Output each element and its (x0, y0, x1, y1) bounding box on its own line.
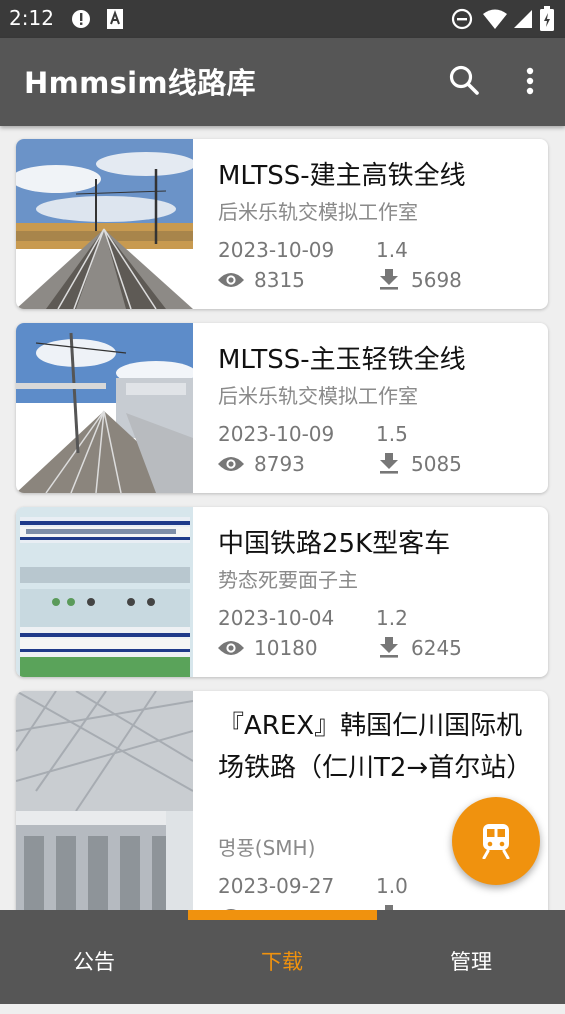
eye-icon (218, 273, 244, 287)
nav-downloads[interactable]: 下载 (188, 910, 376, 1004)
route-title: MLTSS-建主高铁全线 (218, 161, 466, 191)
route-author: 势态死要面子主 (218, 568, 358, 592)
battery-icon (540, 6, 554, 36)
app-title: Hmmsim线路库 (24, 66, 256, 100)
eye-icon (218, 641, 244, 655)
view-count: 8315 (254, 268, 305, 292)
font-icon (106, 8, 124, 34)
route-title: 『AREX』韩国仁川国际机场铁路（仁川T2→首尔站） (218, 711, 533, 783)
view-count: 10180 (254, 636, 318, 660)
route-date: 2023-09-27 (218, 874, 335, 898)
train-icon (482, 824, 510, 859)
route-version: 1.2 (376, 606, 408, 630)
more-options-button[interactable] (513, 62, 547, 100)
search-button[interactable] (446, 62, 484, 100)
route-list[interactable]: MLTSS-建主高铁全线 后米乐轨交模拟工作室 2023-10-09 1.4 8… (0, 126, 565, 910)
nav-management[interactable]: 管理 (377, 910, 565, 1004)
route-title: MLTSS-主玉轻铁全线 (218, 345, 466, 375)
route-title: 中国铁路25K型客车 (218, 529, 451, 559)
download-icon (380, 637, 398, 658)
route-version: 1.0 (376, 874, 408, 898)
app-bar: Hmmsim线路库 (0, 38, 565, 126)
route-version: 1.5 (376, 422, 408, 446)
route-thumbnail (16, 139, 193, 309)
dnd-icon (451, 8, 473, 34)
bottom-navigation: 公告 下载 管理 (0, 910, 565, 1004)
route-card[interactable]: MLTSS-建主高铁全线 后米乐轨交模拟工作室 2023-10-09 1.4 8… (16, 139, 548, 309)
eye-icon (218, 457, 244, 471)
wifi-icon (482, 8, 508, 34)
active-tab-indicator (188, 910, 377, 920)
route-card[interactable]: MLTSS-主玉轻铁全线 后米乐轨交模拟工作室 2023-10-09 1.5 8… (16, 323, 548, 493)
route-card[interactable]: 『AREX』韩国仁川国际机场铁路（仁川T2→首尔站） 명풍(SMH) 2023-… (16, 691, 548, 910)
route-date: 2023-10-09 (218, 422, 335, 446)
download-icon (380, 269, 398, 290)
download-count: 6245 (411, 636, 462, 660)
status-bar: 2:12 (0, 0, 565, 38)
download-count: 5698 (411, 268, 462, 292)
train-fab-button[interactable] (452, 797, 540, 885)
route-thumbnail (16, 507, 193, 677)
route-date: 2023-10-04 (218, 606, 335, 630)
nav-announcements[interactable]: 公告 (0, 910, 188, 1004)
signal-icon (512, 8, 534, 34)
view-count: 8793 (254, 452, 305, 476)
route-card[interactable]: 中国铁路25K型客车 势态死要面子主 2023-10-04 1.2 10180 … (16, 507, 548, 677)
download-count: 5085 (411, 452, 462, 476)
route-thumbnail (16, 691, 193, 910)
more-vert-icon (526, 67, 534, 95)
route-date: 2023-10-09 (218, 238, 335, 262)
download-icon (380, 453, 398, 474)
route-author: 后米乐轨交模拟工作室 (218, 200, 418, 224)
route-version: 1.4 (376, 238, 408, 262)
status-time: 2:12 (9, 6, 54, 30)
search-icon (449, 65, 479, 95)
route-thumbnail (16, 323, 193, 493)
route-author: 后米乐轨交模拟工作室 (218, 384, 418, 408)
route-author: 명풍(SMH) (218, 836, 316, 860)
alert-icon (70, 8, 92, 34)
